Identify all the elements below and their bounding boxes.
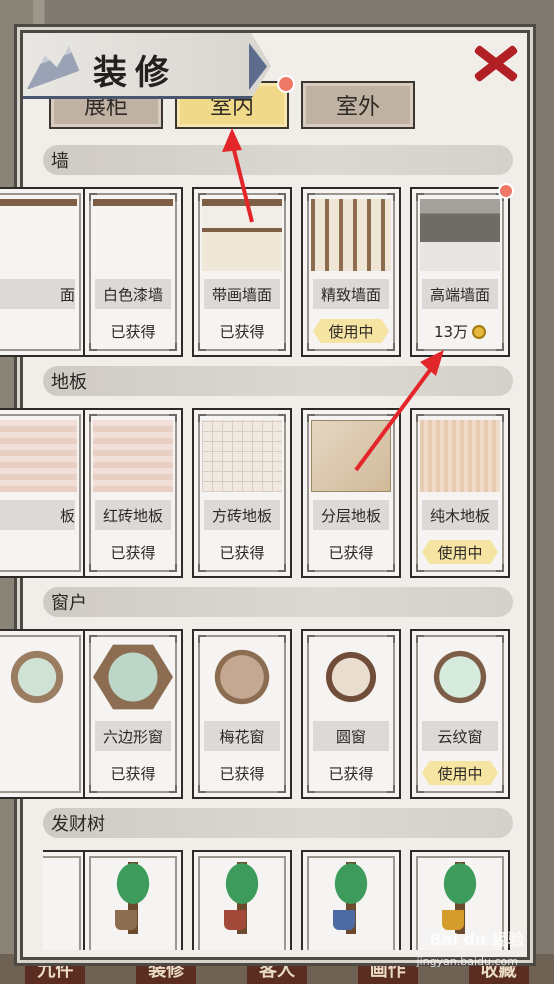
wall-image (202, 199, 282, 271)
wall-card[interactable]: 带画墙面 已获得 (192, 187, 292, 357)
floor-image (311, 420, 391, 492)
owned-status: 已获得 (219, 544, 265, 562)
close-button[interactable] (467, 35, 523, 91)
window-card[interactable]: 圆窗 已获得 (301, 629, 401, 799)
owned-status: 已获得 (110, 765, 156, 783)
owned-status: 已获得 (328, 765, 374, 783)
floor-card[interactable]: 方砖地板 已获得 (192, 408, 292, 578)
owned-status: 已获得 (219, 765, 265, 783)
section-header: 发财树 (43, 808, 513, 838)
section-wall: 墙 面 白色漆墙 已获得 带画墙面 已获得 精致墙面 使用中 高端墙面 13万 (0, 145, 514, 359)
section-header: 地板 (43, 366, 513, 396)
card-name: 六边形窗 (95, 721, 171, 751)
card-name: 板 (0, 500, 75, 530)
floor-image (202, 420, 282, 492)
mountain-icon (27, 45, 87, 89)
window-image (311, 641, 391, 713)
card-name: 带画墙面 (204, 279, 280, 309)
wall-image (93, 199, 173, 271)
tab-label: 室外 (335, 95, 380, 120)
decoration-panel: 装修 展柜 室内 室外 墙 面 白色漆墙 已获得 带画墙面 已获得 精致墙面 使… (0, 30, 530, 960)
window-card[interactable]: 云纹窗 使用中 (410, 629, 510, 799)
card-name: 高端墙面 (422, 279, 498, 309)
window-image (420, 641, 500, 713)
tree-card[interactable] (43, 850, 87, 950)
window-image (93, 644, 173, 710)
in-use-badge: 使用中 (313, 319, 389, 343)
wall-card[interactable]: 白色漆墙 已获得 (83, 187, 183, 357)
pot-icon (115, 910, 137, 930)
card-row: 板 红砖地板 已获得 方砖地板 已获得 分层地板 已获得 纯木地板 使用中 (0, 408, 513, 580)
in-use-badge: 使用中 (422, 540, 498, 564)
card-name: 精致墙面 (313, 279, 389, 309)
floor-card[interactable]: 纯木地板 使用中 (410, 408, 510, 578)
window-image (202, 641, 282, 713)
floor-image (420, 420, 500, 492)
card-name: 白色漆墙 (95, 279, 171, 309)
notification-dot (277, 75, 295, 93)
pot-icon (224, 910, 246, 930)
section-header: 窗户 (43, 587, 513, 617)
floor-image (0, 420, 77, 492)
floor-card[interactable]: 红砖地板 已获得 (83, 408, 183, 578)
notification-dot (498, 183, 514, 199)
page-title: 装修 (93, 53, 177, 93)
price-tag: 13万 (412, 321, 508, 342)
coin-icon (472, 325, 487, 339)
price-value: 13万 (433, 323, 469, 341)
section-floor: 地板 板 红砖地板 已获得 方砖地板 已获得 分层地板 已获得 纯木地板 使用中 (0, 366, 513, 580)
tree-card[interactable] (83, 850, 183, 950)
tree-card[interactable] (301, 850, 401, 950)
owned-status: 已获得 (110, 544, 156, 562)
wall-card[interactable]: 高端墙面 13万 (410, 183, 514, 357)
wall-image (311, 199, 391, 271)
card-name: 圆窗 (313, 721, 389, 751)
section-window: 窗户 六边形窗 已获得 梅花窗 已获得 圆窗 已获得 云纹窗 使用中 (0, 587, 513, 801)
tab-outdoor[interactable]: 室外 (301, 81, 415, 129)
card-row: 面 白色漆墙 已获得 带画墙面 已获得 精致墙面 使用中 高端墙面 13万 (0, 183, 514, 359)
card-name: 分层地板 (313, 500, 389, 530)
floor-card[interactable]: 分层地板 已获得 (301, 408, 401, 578)
floor-card[interactable]: 板 (0, 408, 87, 578)
pot-icon (333, 910, 355, 930)
card-name: 云纹窗 (422, 721, 498, 751)
wall-card[interactable]: 精致墙面 使用中 (301, 187, 401, 357)
wall-card[interactable]: 面 (0, 187, 87, 357)
card-name: 方砖地板 (204, 500, 280, 530)
card-name: 面 (0, 279, 75, 309)
window-image (0, 641, 77, 713)
card-name: 梅花窗 (204, 721, 280, 751)
card-name: 红砖地板 (95, 500, 171, 530)
card-row: 六边形窗 已获得 梅花窗 已获得 圆窗 已获得 云纹窗 使用中 (0, 629, 513, 801)
section-header: 墙 (43, 145, 513, 175)
window-card[interactable]: 六边形窗 已获得 (83, 629, 183, 799)
title-banner: 装修 (23, 33, 271, 99)
owned-status: 已获得 (110, 323, 156, 341)
watermark-brand: Bai du 经验 (429, 930, 524, 949)
wall-image (420, 199, 500, 271)
watermark-url: jingyan.baidu.com (416, 955, 518, 968)
card-name: 纯木地板 (422, 500, 498, 530)
window-card[interactable]: 梅花窗 已获得 (192, 629, 292, 799)
in-use-badge: 使用中 (422, 761, 498, 785)
window-card[interactable] (0, 629, 87, 799)
tree-card[interactable] (192, 850, 292, 950)
owned-status: 已获得 (328, 544, 374, 562)
floor-image (93, 420, 173, 492)
owned-status: 已获得 (219, 323, 265, 341)
wall-image (0, 199, 77, 271)
